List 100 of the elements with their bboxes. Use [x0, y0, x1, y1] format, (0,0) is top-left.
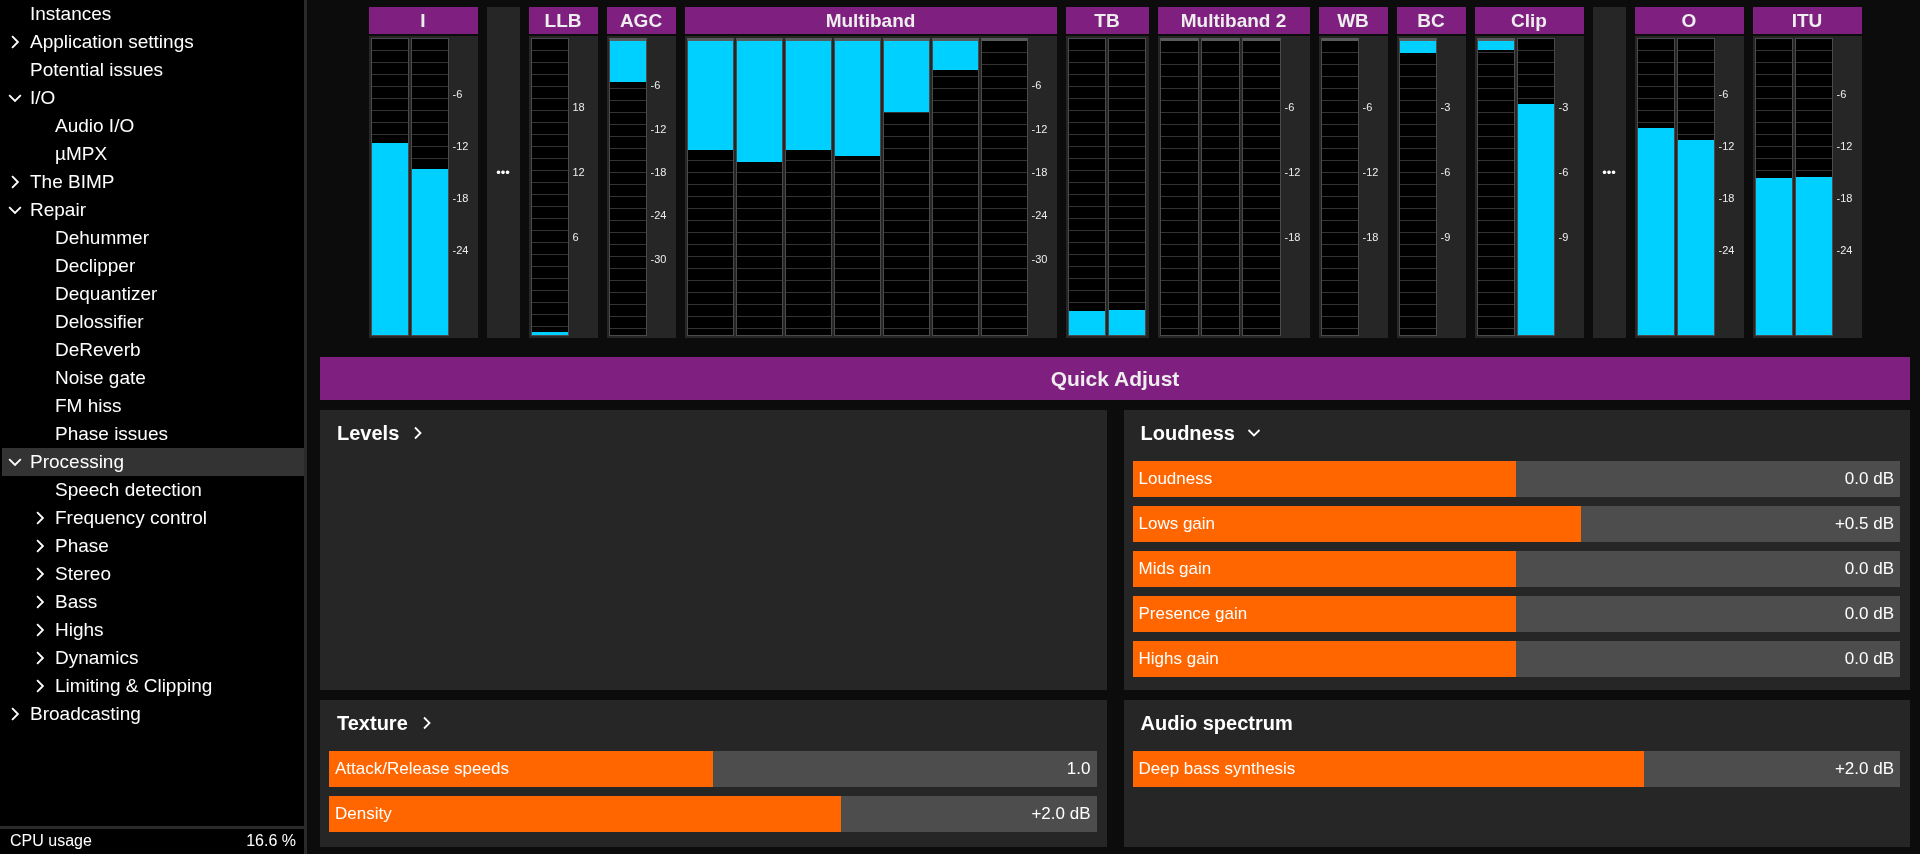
scale-tick-label: -30: [650, 252, 668, 265]
slider[interactable]: Lows gain +0.5 dB: [1132, 506, 1900, 542]
slider[interactable]: Presence gain 0.0 dB: [1132, 596, 1900, 632]
scale-tick-label: -24: [1031, 209, 1049, 222]
tree-item-label: Delossifier: [55, 311, 144, 333]
scale-tick-label: -6: [452, 88, 464, 100]
tree-item[interactable]: Dehummer: [2, 224, 304, 252]
scale-tick-label: -9: [1440, 231, 1452, 243]
tree-item[interactable]: FM hiss: [2, 392, 304, 420]
scale-tick-label: -6: [1031, 79, 1043, 92]
tree-item-label: Potential issues: [30, 59, 164, 81]
scale-tick-label: -18: [1031, 166, 1049, 178]
tree-item[interactable]: Phase issues: [2, 420, 304, 448]
tree-item[interactable]: Speech detection: [2, 476, 304, 504]
tree-item-label: Dequantizer: [55, 283, 158, 305]
scale-tick-label: -6: [1558, 166, 1570, 178]
tree-item[interactable]: Frequency control: [2, 504, 304, 532]
tree-item[interactable]: Delossifier: [2, 308, 304, 336]
more-button[interactable]: •••: [1592, 7, 1626, 338]
tree-item[interactable]: Declipper: [2, 252, 304, 280]
tree-item-label: Noise gate: [55, 367, 146, 389]
slider[interactable]: Attack/Release speeds 1.0: [329, 751, 1097, 787]
meter-title: O: [1634, 7, 1744, 34]
tree-item[interactable]: Limiting & Clipping: [2, 672, 304, 700]
scale-tick-label: -12: [1836, 140, 1854, 152]
tree-item[interactable]: Audio I/O: [2, 112, 304, 140]
tree-item[interactable]: Processing: [2, 448, 304, 476]
slider-label: Mids gain: [1138, 559, 1212, 579]
tree-item[interactable]: Highs: [2, 616, 304, 644]
meter-title: I: [368, 7, 478, 34]
tree-item-label: Processing: [30, 451, 124, 473]
tree-item[interactable]: Dynamics: [2, 644, 304, 672]
slider-label: Density: [335, 804, 392, 824]
scale-tick-label: -6: [650, 79, 662, 92]
tree-item-label: FM hiss: [55, 395, 122, 417]
slider[interactable]: Deep bass synthesis +2.0 dB: [1132, 751, 1900, 787]
tree-item-label: µMPX: [55, 143, 108, 165]
tree-item-label: Limiting & Clipping: [55, 675, 213, 697]
more-button[interactable]: •••: [486, 7, 520, 338]
scale-tick-label: -18: [1718, 192, 1736, 204]
tree-item[interactable]: Application settings: [2, 28, 304, 56]
scale-tick-label: -6: [1440, 166, 1452, 178]
tree-item[interactable]: DeReverb: [2, 336, 304, 364]
slider-label: Loudness: [1138, 469, 1213, 489]
tree-item-label: I/O: [30, 87, 56, 109]
slider-value: 0.0 dB: [1844, 649, 1894, 669]
scale-tick-label: -6: [1836, 88, 1848, 100]
slider-value: 1.0: [1066, 759, 1091, 779]
slider-value: +0.5 dB: [1834, 514, 1894, 534]
slider[interactable]: Mids gain 0.0 dB: [1132, 551, 1900, 587]
tree-item-label: Speech detection: [55, 479, 202, 501]
meter-title: TB: [1065, 7, 1149, 34]
meter-title: Clip: [1474, 7, 1584, 34]
slider[interactable]: Loudness 0.0 dB: [1132, 461, 1900, 497]
scale-tick-label: -9: [1558, 231, 1570, 243]
tree-item[interactable]: Dequantizer: [2, 280, 304, 308]
meter-title: WB: [1318, 7, 1388, 34]
scale-tick-label: -6: [1284, 101, 1296, 113]
scale-tick-label: -18: [1362, 231, 1380, 243]
tree-item-label: Highs: [55, 619, 104, 641]
scale-tick-label: -12: [1718, 140, 1736, 152]
tree-item[interactable]: Potential issues: [2, 56, 304, 84]
tree-item-label: Audio I/O: [55, 115, 135, 137]
scale-tick-label: -18: [650, 166, 668, 178]
slider-label: Lows gain: [1138, 514, 1216, 534]
scale-tick-label: -18: [1836, 192, 1854, 204]
tree-item[interactable]: Phase: [2, 532, 304, 560]
tree-item[interactable]: Bass: [2, 588, 304, 616]
tree-item[interactable]: The BIMP: [2, 168, 304, 196]
tree-item[interactable]: Broadcasting: [2, 700, 304, 728]
tree-item[interactable]: Noise gate: [2, 364, 304, 392]
slider-label: Highs gain: [1138, 649, 1219, 669]
tree-item-label: Phase: [55, 535, 109, 557]
scale-tick-label: -12: [650, 122, 668, 135]
slider-value: 0.0 dB: [1844, 559, 1894, 579]
scale-tick-label: -18: [452, 192, 470, 204]
tree-item[interactable]: I/O: [2, 84, 304, 112]
tree-item[interactable]: Repair: [2, 196, 304, 224]
scale-tick-label: -12: [1284, 166, 1302, 178]
scale-tick-label: -24: [1718, 244, 1736, 256]
tree-item-label: Repair: [30, 199, 86, 221]
scale-tick-label: -24: [650, 209, 668, 222]
scale-tick-label: -30: [1031, 252, 1049, 265]
meter-title: Multiband 2: [1157, 7, 1310, 34]
tree-item-label: Broadcasting: [30, 703, 141, 725]
scale-tick-label: -24: [452, 244, 470, 256]
scale-tick-label: -24: [1836, 244, 1854, 256]
slider[interactable]: Highs gain 0.0 dB: [1132, 641, 1900, 677]
panel-title: Loudness: [1140, 421, 1235, 445]
slider-label: Presence gain: [1138, 604, 1248, 624]
slider[interactable]: Density +2.0 dB: [329, 796, 1097, 832]
scale-tick-label: 18: [572, 101, 586, 113]
meter-title: AGC: [606, 7, 676, 34]
meter-title: BC: [1396, 7, 1466, 34]
cpu-usage-value: 16.6 %: [246, 832, 296, 851]
tree-item[interactable]: Instances: [2, 0, 304, 28]
tree-item[interactable]: µMPX: [2, 140, 304, 168]
tree-item[interactable]: Stereo: [2, 560, 304, 588]
scale-tick-label: -12: [1362, 166, 1380, 178]
slider-value: +2.0 dB: [1031, 804, 1091, 824]
